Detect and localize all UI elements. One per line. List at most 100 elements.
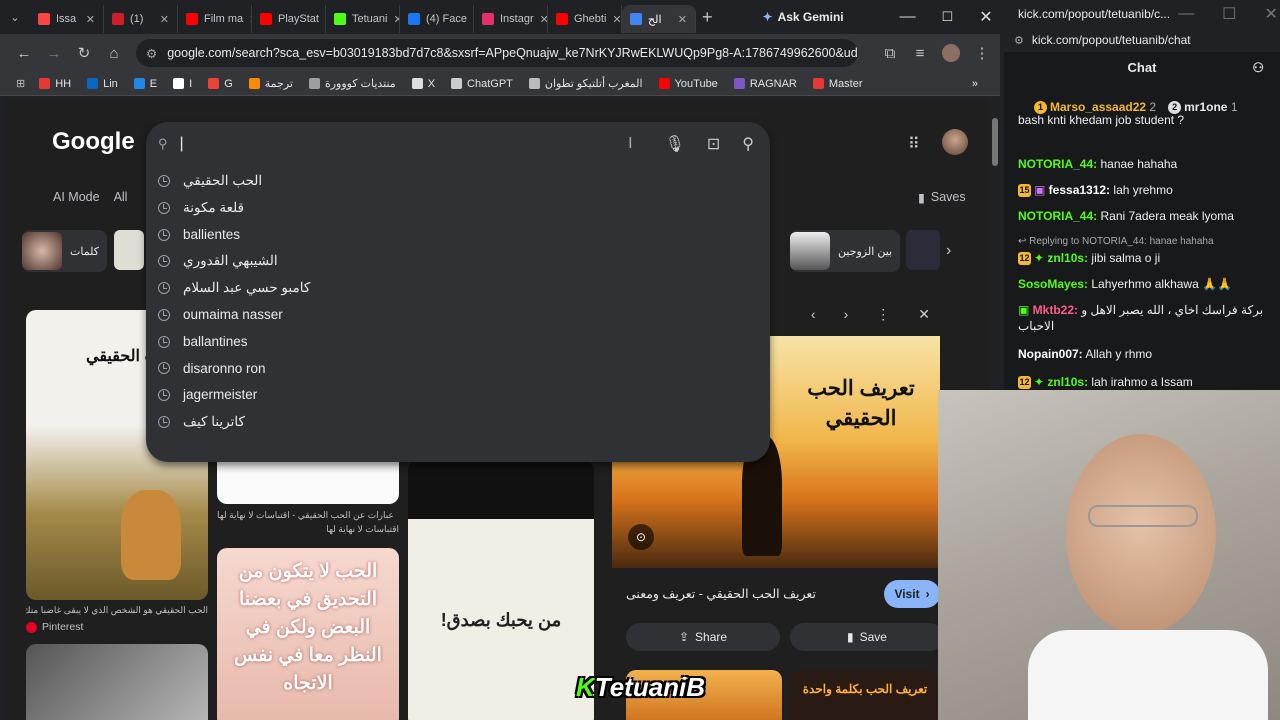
more-icon[interactable]: ⋮ (876, 306, 890, 323)
chat-username[interactable]: fessa1312: (1049, 183, 1110, 197)
ask-gemini-button[interactable]: ✦ Ask Gemini (763, 10, 844, 24)
back-icon[interactable]: ← (16, 45, 32, 62)
image-result-5[interactable]: من يحبك بصدق! (408, 460, 594, 720)
maximize-button[interactable]: ☐ (942, 9, 954, 25)
bookmark-item[interactable]: ترجمة (248, 77, 293, 90)
search-suggestion[interactable]: الحب الحقيقي (146, 168, 770, 195)
new-tab-button[interactable]: + (702, 7, 713, 28)
chat-username[interactable]: NOTORIA_44: (1018, 157, 1097, 171)
home-icon[interactable]: ⌂ (106, 45, 122, 62)
min-icon[interactable]: — (1178, 5, 1194, 23)
search-suggestion[interactable]: كامبو حسي عبد السلام (146, 275, 770, 302)
next-icon[interactable]: › (844, 306, 849, 322)
max-icon[interactable]: ☐ (1222, 4, 1236, 24)
bookmark-item[interactable]: منتديات كووورة (308, 77, 396, 90)
forward-icon[interactable]: → (46, 45, 62, 62)
search-suggestion[interactable]: jagermeister (146, 382, 770, 409)
browser-tab[interactable]: Film ma✕ (178, 5, 252, 33)
search-suggestion[interactable]: كاترينا كيف (146, 408, 770, 435)
browser-tab[interactable]: الح ✕ (622, 5, 696, 33)
chip-thumbnail-2[interactable] (114, 230, 144, 270)
site-info-icon[interactable]: ⚙ (146, 46, 157, 61)
visit-button[interactable]: Visit › (884, 580, 940, 608)
close-tab-icon[interactable]: ✕ (612, 13, 621, 26)
bookmark-item[interactable]: Master (812, 77, 863, 90)
browser-tab[interactable]: PlayStat✕ (252, 5, 326, 33)
tab-ai-mode[interactable]: AI Mode (53, 190, 100, 204)
search-suggestion[interactable]: oumaima nasser (146, 302, 770, 329)
saves-button[interactable]: ▮ Saves (918, 190, 966, 205)
bookmark-item[interactable]: Lin (87, 77, 118, 90)
chips-next-icon[interactable]: › (946, 242, 951, 260)
browser-tab[interactable]: Tetuani✕ (326, 5, 400, 33)
bookmark-item[interactable]: X (411, 77, 435, 90)
close-tab-icon[interactable]: ✕ (540, 13, 547, 26)
search-input[interactable]: | (180, 135, 629, 153)
browser-tab[interactable]: (1) ✕ (104, 5, 178, 33)
lens-icon[interactable]: ⊙ (628, 524, 654, 550)
lens-search-icon[interactable]: ⊡ (707, 134, 720, 154)
verified-icon: ✦ (1034, 251, 1048, 265)
chat-username[interactable]: SosoMayes: (1018, 277, 1088, 291)
chip-thumbnail-3[interactable] (906, 230, 940, 270)
share-button[interactable]: ⇪ Share (626, 623, 780, 651)
prev-icon[interactable]: ‹ (811, 306, 816, 322)
bookmark-item[interactable]: I (173, 77, 192, 90)
browser-tab[interactable]: Ghebti ✕ (548, 5, 622, 33)
users-icon[interactable]: ⚇ (1252, 60, 1264, 76)
save-button[interactable]: ▮ Save (790, 623, 944, 651)
site-info-icon[interactable]: ⚙ (1014, 34, 1024, 47)
close-tab-icon[interactable]: ✕ (678, 13, 687, 26)
bookmark-item[interactable]: المغرب أتلتيكو تطوان (528, 77, 643, 90)
browser-tab[interactable]: Instagr ✕ (474, 5, 548, 33)
omnibox[interactable]: ⚙ google.com/search?sca_esv=b03019183bd7… (136, 39, 858, 67)
chat-username[interactable]: NOTORIA_44: (1018, 209, 1097, 223)
bookmark-item[interactable]: RAGNAR (733, 77, 797, 90)
close-icon[interactable]: ✕ (1264, 4, 1277, 24)
reload-icon[interactable]: ↻ (76, 44, 92, 62)
chat-username[interactable]: znl10s: (1047, 251, 1088, 265)
preview-caption[interactable]: تعريف الحب الحقيقي - تعريف ومعنى (626, 586, 816, 601)
chat-username[interactable]: znl10s: (1047, 375, 1088, 389)
google-logo[interactable]: Google (52, 128, 135, 156)
related-image-2[interactable]: تعريف الحب بكلمة واحدة (790, 670, 940, 720)
apps-grid-icon[interactable]: ⠿ (908, 134, 920, 154)
search-suggestion[interactable]: ballientes (146, 221, 770, 248)
more-bookmarks-icon[interactable]: » (972, 78, 978, 90)
bookmark-item[interactable]: E (133, 77, 157, 90)
minimize-button[interactable]: — (900, 8, 916, 26)
chip-bayn-alzawjayn[interactable]: بين الزوجين (790, 230, 901, 272)
voice-search-icon[interactable]: 🎙 (665, 134, 685, 154)
result-caption[interactable]: عبارات عن الحب الحقيقي - اقتباسات لا نها… (217, 510, 399, 521)
media-icon[interactable]: ≡ (912, 45, 928, 62)
bookmark-item[interactable]: YouTube (658, 77, 718, 90)
chip-kalimat[interactable]: كلمات (22, 230, 107, 272)
image-result-4[interactable]: الحب لا يتكون من التحديق في بعضنا البعض … (217, 548, 399, 720)
account-avatar[interactable] (942, 129, 968, 155)
extensions-icon[interactable]: ⧉ (882, 45, 898, 62)
image-result-7[interactable] (26, 644, 208, 720)
chat-username[interactable]: Nopain007: (1018, 347, 1083, 361)
search-suggestion[interactable]: قلعة مكونة (146, 195, 770, 222)
search-suggestion[interactable]: الشيبهي القدوري (146, 248, 770, 275)
close-tab-icon[interactable]: ✕ (86, 13, 95, 26)
bookmark-item[interactable]: G (208, 77, 233, 90)
close-icon[interactable]: ✕ (918, 306, 930, 323)
tab-search-button[interactable]: ⌄ (0, 11, 30, 24)
close-window-button[interactable]: ✕ (979, 7, 992, 27)
bookmark-item[interactable]: HH (39, 77, 71, 90)
profile-avatar[interactable] (942, 44, 960, 62)
search-suggestion[interactable]: disaronno ron (146, 355, 770, 382)
browser-tab[interactable]: Issa ✕ (30, 5, 104, 33)
close-tab-icon[interactable]: ✕ (160, 13, 169, 26)
chat-username[interactable]: Mktb22: (1033, 303, 1078, 317)
menu-icon[interactable]: ⋮ (974, 44, 990, 62)
browser-tab[interactable]: (4) Face✕ (400, 5, 474, 33)
search-submit-icon[interactable]: ⚲ (742, 134, 754, 154)
apps-icon[interactable]: ⊞ (16, 77, 25, 90)
scrollbar-thumb[interactable] (992, 118, 998, 166)
result-caption[interactable]: الحب الحقيقي هو الشخص الذي لا يبقى غاضبا… (26, 605, 208, 616)
tab-all[interactable]: All (114, 190, 128, 204)
search-suggestion[interactable]: ballantines (146, 328, 770, 355)
bookmark-item[interactable]: ChatGPT (451, 77, 513, 90)
